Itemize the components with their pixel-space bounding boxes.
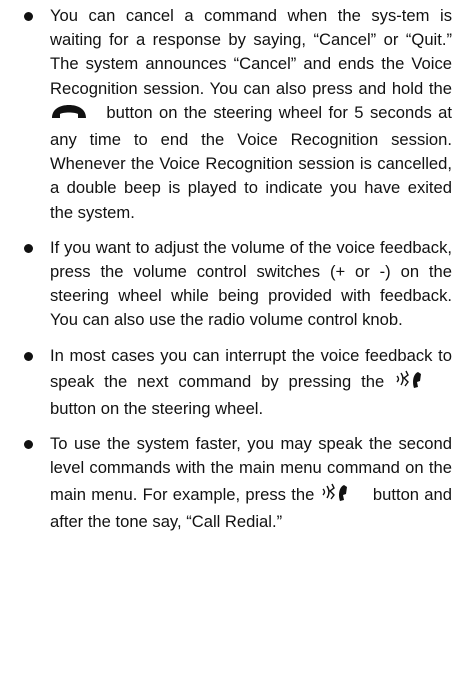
bullet-item-interrupt: In most cases you can interrupt the voic… xyxy=(22,344,452,422)
bullet-item-cancel: You can cancel a command when the sys-te… xyxy=(22,4,452,225)
bullet-text-part-a: You can cancel a command when the sys-te… xyxy=(50,6,452,98)
bullet-dot xyxy=(24,243,33,253)
bullet-text-part-b: button on the steering wheel for 5 secon… xyxy=(50,102,452,222)
bullet-dot xyxy=(24,440,33,450)
bullet-text-part-b: button on the steering wheel. xyxy=(50,399,264,419)
bullet-item-faster: To use the system faster, you may speak … xyxy=(22,432,452,534)
talk-phone-icon xyxy=(394,368,430,397)
bullet-text-part-a: If you want to adjust the volume of the … xyxy=(50,237,452,330)
phone-hang-up-icon xyxy=(50,103,88,128)
bullet-text-part-a: In most cases you can interrupt the voic… xyxy=(50,345,452,391)
bullet-dot xyxy=(24,12,33,21)
bullet-list: You can cancel a command when the sys-te… xyxy=(22,4,452,534)
bullet-dot xyxy=(24,351,33,361)
document-body: You can cancel a command when the sys-te… xyxy=(22,4,452,545)
talk-phone-icon xyxy=(320,481,356,510)
bullet-item-volume: If you want to adjust the volume of the … xyxy=(22,236,452,333)
